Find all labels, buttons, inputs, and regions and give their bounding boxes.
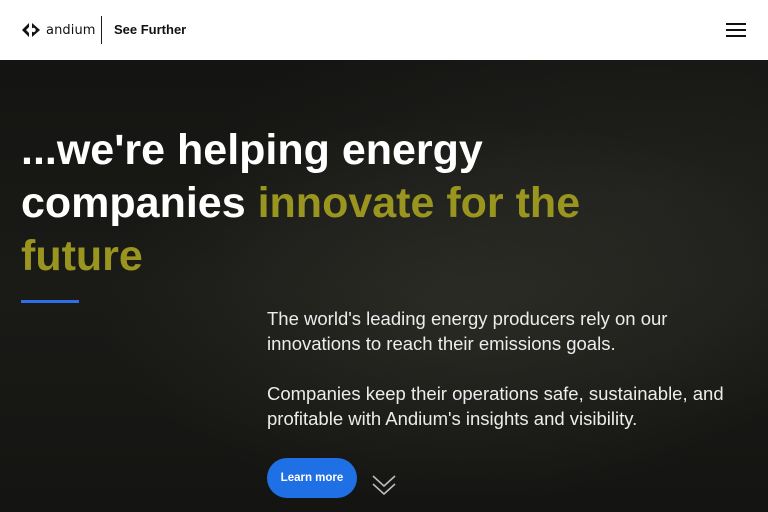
hero-headline: ...we're helping energy companies innova… (21, 124, 661, 283)
hero-copy: The world's leading energy producers rel… (267, 306, 747, 431)
header-tagline: See Further (114, 22, 187, 37)
site-header: andium See Further (0, 0, 768, 60)
andium-logo-icon (22, 23, 40, 37)
hero-section: ...we're helping energy companies innova… (0, 60, 768, 512)
learn-more-button[interactable]: Learn more (267, 458, 357, 498)
hero-paragraph-1: The world's leading energy producers rel… (267, 308, 668, 354)
hamburger-menu-icon[interactable] (722, 19, 748, 41)
brand-name: andium (46, 22, 96, 38)
header-divider (101, 16, 102, 44)
hero-paragraph-2: Companies keep their operations safe, su… (267, 383, 724, 429)
accent-rule (21, 300, 79, 303)
double-chevron-down-icon[interactable] (370, 470, 398, 498)
brand-logo-link[interactable]: andium (21, 22, 96, 38)
